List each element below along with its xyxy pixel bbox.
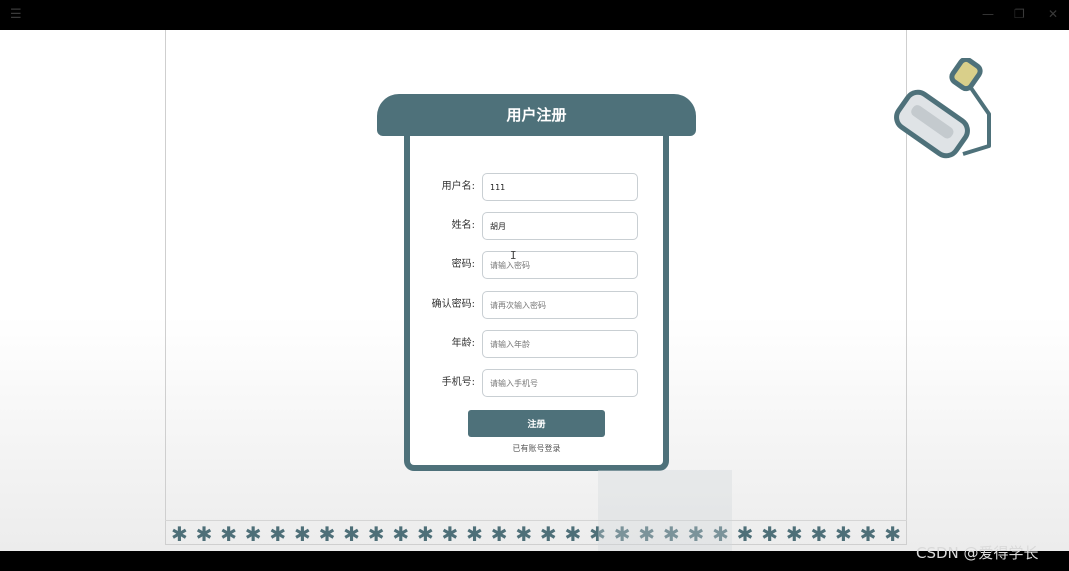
username-row: 用户名: <box>410 173 663 201</box>
minimize-icon[interactable]: — <box>982 7 994 21</box>
menu-icon[interactable]: ☰ <box>10 7 22 22</box>
star-icon: ✱ <box>884 521 901 546</box>
star-icon: ✱ <box>220 521 237 546</box>
login-link[interactable]: 已有账号登录 <box>410 443 663 454</box>
text-cursor-icon: I <box>510 249 517 262</box>
register-button[interactable]: 注册 <box>468 410 605 437</box>
star-icon: ✱ <box>244 521 262 546</box>
phone-label: 手机号: <box>441 377 475 388</box>
star-icon: ✱ <box>318 521 336 546</box>
confirm-password-row: 确认密码: <box>410 291 663 319</box>
star-icon: ✱ <box>785 521 803 546</box>
name-row: 姓名: <box>410 212 663 240</box>
star-icon: ✱ <box>293 521 311 546</box>
star-icon: ✱ <box>810 521 828 546</box>
age-row: 年龄: <box>410 330 663 358</box>
name-input[interactable] <box>482 212 638 240</box>
star-icon: ✱ <box>343 521 360 546</box>
star-icon: ✱ <box>441 521 459 546</box>
star-icon: ✱ <box>367 521 385 546</box>
password-input[interactable] <box>482 251 638 279</box>
age-input[interactable] <box>482 330 638 358</box>
footer-star-border: ✱ ✱ ✱ ✱ ✱ ✱ ✱ ✱ ✱ ✱ ✱ ✱ ✱ ✱ ✱ ✱ ✱ ✱ ✱ ✱ ✱ ✱ ✱ ✱ ✱ ✱ ✱ ✱ ✱ ✱ <box>165 520 907 546</box>
phone-row: 手机号: <box>410 369 663 397</box>
phone-input[interactable] <box>482 369 638 397</box>
star-icon: ✱ <box>859 521 877 546</box>
confirm-password-label: 确认密码: <box>431 299 475 310</box>
watermark: CSDN @爱得学长 <box>916 544 1039 562</box>
star-icon: ✱ <box>835 521 852 546</box>
star-icon: ✱ <box>515 521 533 546</box>
star-icon: ✱ <box>736 521 754 546</box>
register-form: 用户名: 姓名: 密码: 确认密码: 年龄: 手机号: 注册 已有账号登录 <box>404 136 669 471</box>
star-icon: ✱ <box>171 521 188 546</box>
star-icon: ✱ <box>195 521 213 546</box>
username-label: 用户名: <box>441 181 475 192</box>
star-icon: ✱ <box>466 521 483 546</box>
paint-roller-icon <box>894 58 991 159</box>
confirm-password-input[interactable] <box>482 291 638 319</box>
restore-icon[interactable]: ❐ <box>1014 7 1025 21</box>
name-label: 姓名: <box>451 220 475 231</box>
username-input[interactable] <box>482 173 638 201</box>
window-titlebar: ☰ — ❐ ✕ <box>0 0 1069 30</box>
star-icon: ✱ <box>564 521 582 546</box>
age-label: 年龄: <box>451 338 475 349</box>
window-bottombar <box>0 551 1069 571</box>
close-icon[interactable]: ✕ <box>1048 7 1058 21</box>
star-icon: ✱ <box>761 521 779 546</box>
password-label: 密码: <box>451 259 475 270</box>
password-row: 密码: <box>410 251 663 279</box>
form-title: 用户注册 <box>377 94 696 136</box>
star-icon: ✱ <box>392 521 410 546</box>
star-icon: ✱ <box>269 521 287 546</box>
star-icon: ✱ <box>416 521 434 546</box>
star-icon: ✱ <box>490 521 508 546</box>
star-icon: ✱ <box>539 521 557 546</box>
